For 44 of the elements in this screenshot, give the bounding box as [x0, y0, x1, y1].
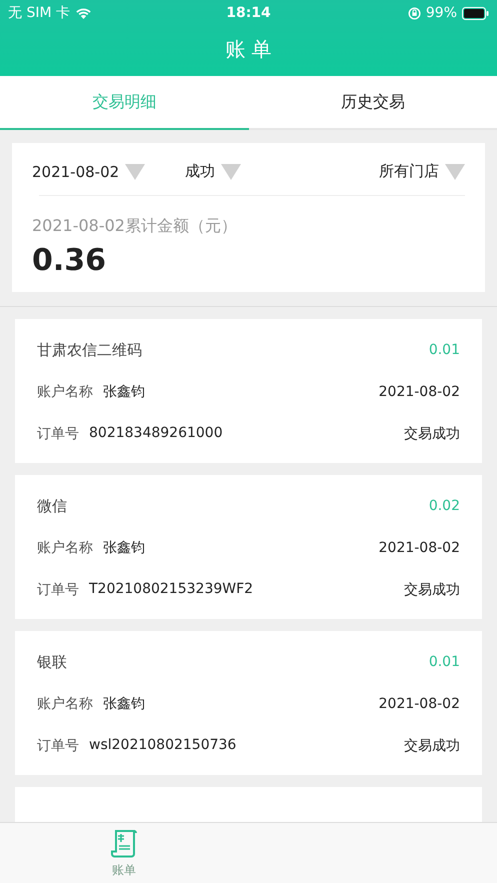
field-label: 账户名称: [37, 383, 93, 401]
transaction-card[interactable]: 甘肃农信二维码 0.01 账户名称 张鑫钧 2021-08-02 订单号 802183489261000 交易成功: [15, 319, 482, 463]
scroll-icon: [111, 828, 137, 858]
transaction-card[interactable]: 银联 0.01 账户名称 张鑫钧 2021-08-02 订单号 wsl20210802150736 交易成功: [15, 631, 482, 775]
battery-percent: 99%: [426, 5, 457, 21]
total-amount: 0.36: [32, 243, 108, 278]
transaction-amount: 0.01: [428, 654, 460, 670]
field-label: 账户名称: [37, 539, 93, 557]
transaction-status: 交易成功: [404, 737, 460, 755]
dropdown-triangle-icon: [125, 164, 146, 180]
payment-channel: 微信: [37, 496, 67, 516]
transaction-date: 2021-08-02: [378, 540, 460, 556]
page-title: 账 单: [224, 36, 273, 63]
account-name: 张鑫钧: [103, 383, 145, 401]
tab[interactable]: 历史交易: [248, 76, 497, 130]
total-label: 2021-08-02累计金额（元）: [32, 216, 238, 237]
field-label: 账户名称: [37, 695, 93, 713]
payment-channel: 甘肃农信二维码: [37, 340, 142, 360]
transaction-amount: 0.02: [428, 498, 460, 514]
filter-dropdown[interactable]: 2021-08-02: [32, 162, 146, 181]
order-number: 802183489261000: [89, 425, 223, 443]
field-label: 订单号: [37, 425, 79, 443]
wifi-icon: [75, 7, 92, 19]
account-name: 张鑫钧: [103, 695, 145, 713]
transaction-amount: 0.01: [428, 342, 460, 358]
transaction-card[interactable]: 微信 0.02 账户名称 张鑫钧 2021-08-02 订单号 T20210802153239WF2 交易成功: [15, 475, 482, 619]
dropdown-triangle-icon: [445, 164, 465, 180]
transaction-status: 交易成功: [404, 581, 460, 599]
dropdown-triangle-icon: [221, 164, 242, 180]
order-number: wsl20210802150736: [89, 737, 236, 755]
carrier-text: 无 SIM 卡: [8, 4, 70, 22]
filter-dropdown[interactable]: 所有门店: [379, 162, 465, 181]
battery-icon: [462, 6, 489, 20]
account-name: 张鑫钧: [103, 539, 145, 557]
filter-dropdown[interactable]: 成功: [185, 162, 242, 181]
rotation-lock-icon: [408, 6, 421, 20]
field-label: 订单号: [37, 581, 79, 599]
transaction-status: 交易成功: [404, 425, 460, 443]
field-label: 订单号: [37, 737, 79, 755]
order-number: T20210802153239WF2: [89, 581, 254, 599]
payment-channel: 银联: [37, 652, 67, 672]
clock-text: 18:14: [226, 5, 271, 21]
transaction-date: 2021-08-02: [378, 384, 460, 400]
transaction-date: 2021-08-02: [378, 696, 460, 712]
